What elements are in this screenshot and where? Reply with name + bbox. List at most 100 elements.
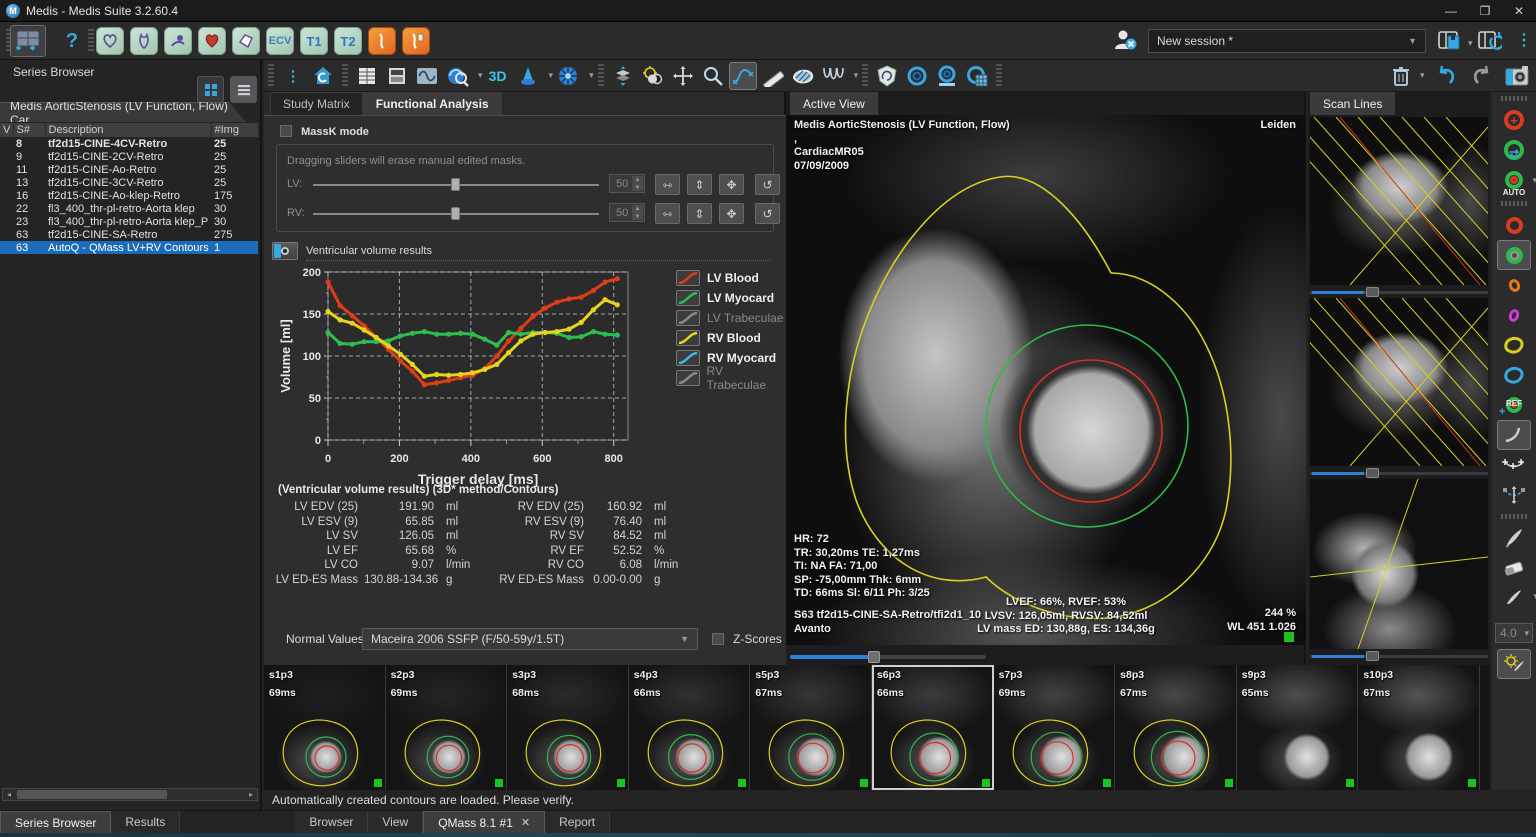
- reset-session-button[interactable]: [1474, 25, 1506, 57]
- qmass-toolbar-grip[interactable]: [268, 64, 274, 88]
- rv-endo-contour-button[interactable]: [1497, 270, 1531, 300]
- profiles-button[interactable]: [819, 62, 847, 90]
- window-level-button[interactable]: [639, 62, 667, 90]
- zoom-button[interactable]: [699, 62, 727, 90]
- brush-variant-button[interactable]: ▾: [1497, 583, 1531, 613]
- lv-epi-contour-button[interactable]: [1497, 240, 1531, 270]
- study-matrix-button[interactable]: [353, 62, 381, 90]
- rv-slider[interactable]: [313, 213, 599, 215]
- save-session-button[interactable]: [1434, 25, 1466, 57]
- plumb-chevron-icon[interactable]: ▾: [549, 70, 554, 81]
- lv-slider-handle[interactable]: [451, 178, 460, 191]
- measure-button[interactable]: [759, 62, 787, 90]
- grid-view-button[interactable]: [197, 76, 224, 103]
- yellow-roi-button[interactable]: [1497, 330, 1531, 360]
- qstrain-app-icon[interactable]: [368, 27, 396, 55]
- rv-fit-height-button[interactable]: ⇕: [687, 203, 712, 224]
- slice-thumbnail[interactable]: s6p366ms: [872, 665, 994, 790]
- scan-reference-thumbnail[interactable]: [1310, 298, 1488, 466]
- tab-study-matrix[interactable]: Study Matrix: [270, 92, 363, 115]
- chart-snapshot-button[interactable]: [272, 242, 298, 260]
- phase-slider-handle[interactable]: [868, 651, 880, 663]
- toolbar-grip[interactable]: [1501, 514, 1527, 519]
- study-tab[interactable]: Medis AorticStenosis (LV Function, Flow)…: [0, 102, 246, 122]
- redo-button[interactable]: [1467, 62, 1495, 90]
- lv-endo-epi-detect-button[interactable]: [933, 62, 961, 90]
- layout-button[interactable]: [10, 25, 46, 57]
- lv-fit-height-button[interactable]: ⇕: [687, 174, 712, 195]
- massk-mode-checkbox[interactable]: MassK mode: [280, 125, 369, 138]
- wheel-view-button[interactable]: [554, 62, 582, 90]
- table-row[interactable]: 9tf2d15-CINE-2CV-Retro25: [0, 150, 258, 163]
- lv-fit-all-button[interactable]: ✥: [719, 174, 744, 195]
- tab-view[interactable]: View: [368, 811, 423, 833]
- lv-reset-button[interactable]: ↺: [755, 174, 780, 195]
- snapshot-button[interactable]: [1503, 62, 1531, 90]
- qstrain-report-app-icon[interactable]: [402, 27, 430, 55]
- auto-chevron-icon[interactable]: ▾: [1532, 175, 1536, 186]
- nudge-contour-button[interactable]: [1497, 480, 1531, 510]
- col-header-series[interactable]: S#: [13, 123, 45, 137]
- scan-thumbnail-slider[interactable]: [1310, 468, 1488, 478]
- tab-report[interactable]: Report: [545, 811, 610, 833]
- main-menu-button[interactable]: ⋮: [1516, 30, 1532, 50]
- edit-contour-button[interactable]: [729, 62, 757, 90]
- phase-slider[interactable]: [790, 652, 986, 662]
- lv-endo-contour-button[interactable]: [1497, 210, 1531, 240]
- table-row[interactable]: 16tf2d15-CINE-Ao-klep-Retro175: [0, 189, 258, 202]
- reload-phases-button[interactable]: [443, 62, 471, 90]
- list-view-button[interactable]: [230, 76, 257, 103]
- 3d-view-button[interactable]: 3D: [484, 62, 512, 90]
- minimize-button[interactable]: —: [1434, 0, 1468, 22]
- table-row[interactable]: 11tf2d15-CINE-Ao-Retro25: [0, 163, 258, 176]
- flow-app-icon[interactable]: [164, 27, 192, 55]
- tab-scan-lines[interactable]: Scan Lines: [1310, 92, 1395, 115]
- slice-thumbnail[interactable]: s8p367ms: [1115, 665, 1237, 790]
- rv-threshold-spinbox[interactable]: 50▲▼: [609, 203, 645, 222]
- spin-arrows-icon[interactable]: ▲▼: [632, 205, 643, 220]
- table-row[interactable]: 63tf2d15-CINE-SA-Retro275: [0, 228, 258, 241]
- all-contours-detect-button[interactable]: [963, 62, 991, 90]
- reload-chevron-icon[interactable]: ▾: [478, 70, 483, 81]
- lv-fit-width-button[interactable]: ⇿: [655, 174, 680, 195]
- spin-arrows-icon[interactable]: ▲▼: [632, 176, 643, 191]
- blue-roi-button[interactable]: [1497, 360, 1531, 390]
- lv-endo-detect-button[interactable]: [903, 62, 931, 90]
- brush-size-dropdown[interactable]: 4.0▾: [1495, 623, 1533, 643]
- legend-item[interactable]: LV Trabeculae: [676, 308, 784, 327]
- legend-item[interactable]: RV Blood: [676, 328, 784, 347]
- scan-thumbnail-slider[interactable]: [1310, 287, 1488, 297]
- eraser-tool-button[interactable]: [1497, 553, 1531, 583]
- smart-brush-button[interactable]: [1497, 649, 1531, 679]
- close-button[interactable]: ✕: [1502, 0, 1536, 22]
- draw-arc-button[interactable]: [1497, 420, 1531, 450]
- table-row[interactable]: 63AutoQ - QMass LV+RV Contours1: [0, 241, 258, 254]
- scan-thumbnail-slider[interactable]: [1310, 651, 1488, 661]
- ref-point-button[interactable]: REF+: [1497, 390, 1531, 420]
- detect-lv-endo-plus-button[interactable]: +: [1497, 105, 1531, 135]
- qmass-4cv-app-icon[interactable]: [96, 27, 124, 55]
- rv-epi-contour-button[interactable]: [1497, 300, 1531, 330]
- grip[interactable]: [862, 64, 868, 88]
- detect-contours-button[interactable]: [873, 62, 901, 90]
- ecv-app-icon[interactable]: ECV: [266, 27, 294, 55]
- slice-thumbnail[interactable]: s9p365ms: [1237, 665, 1359, 790]
- scroll-left-icon[interactable]: ◂: [3, 789, 15, 800]
- session-dropdown[interactable]: New session * ▼: [1148, 29, 1426, 53]
- stack-scroll-button[interactable]: [609, 62, 637, 90]
- strain-app-icon[interactable]: [232, 27, 260, 55]
- grip[interactable]: [996, 64, 1002, 88]
- mri-viewport[interactable]: Medis AorticStenosis (LV Function, Flow)…: [786, 115, 1306, 645]
- movie-button[interactable]: [383, 62, 411, 90]
- slice-thumbnail[interactable]: s4p366ms: [629, 665, 751, 790]
- rv-fit-all-button[interactable]: ✥: [719, 203, 744, 224]
- col-header-description[interactable]: Description: [45, 123, 211, 137]
- profiles-chevron-icon[interactable]: ▾: [854, 70, 859, 81]
- normal-values-dropdown[interactable]: Maceira 2006 SSFP (F/50-59y/1.5T) ▼: [362, 628, 698, 650]
- t1-app-icon[interactable]: T1: [300, 27, 328, 55]
- overflow-menu-icon[interactable]: ⋮: [279, 62, 307, 90]
- whole-heart-app-icon[interactable]: [198, 27, 226, 55]
- slice-thumbnail[interactable]: s3p368ms: [507, 665, 629, 790]
- propagate-contours-button[interactable]: ⇄: [1497, 135, 1531, 165]
- toolbar-grip[interactable]: [1501, 96, 1527, 101]
